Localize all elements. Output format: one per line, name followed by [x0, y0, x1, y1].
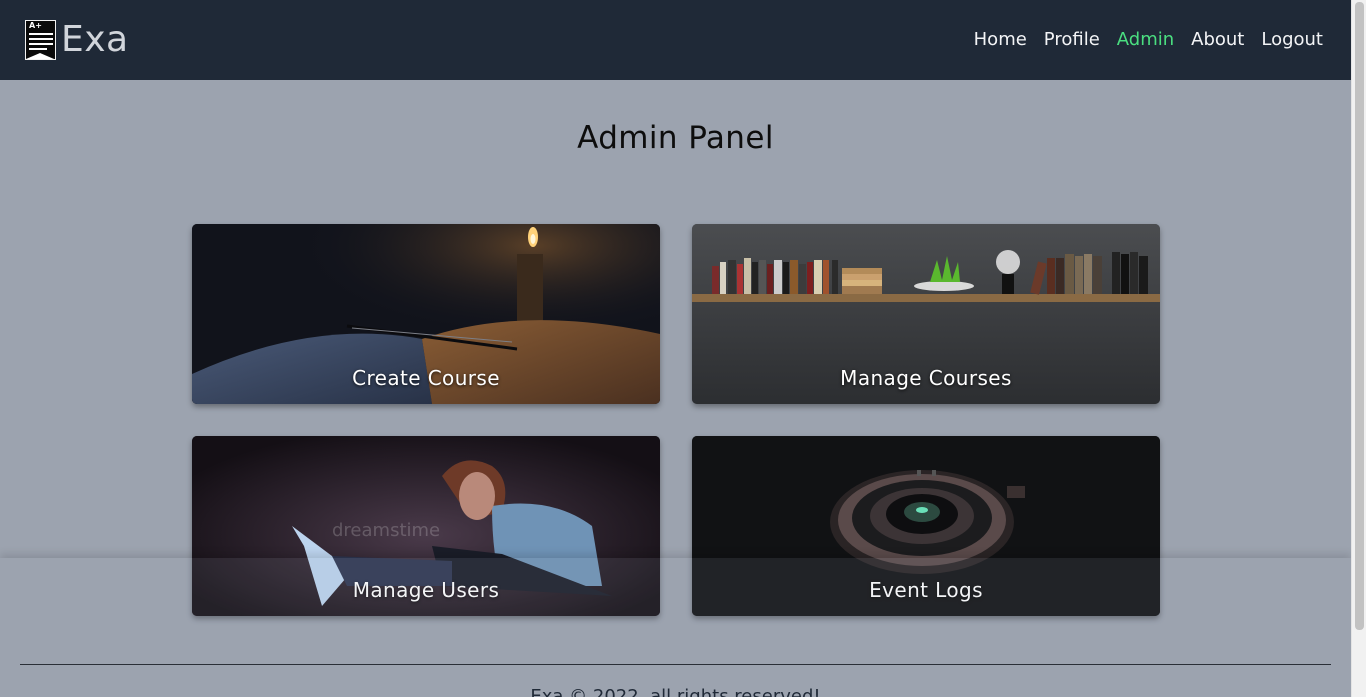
footer-copyright: Exa © 2022, all rights reserved! [530, 686, 821, 697]
nav-link-profile[interactable]: Profile [1044, 29, 1100, 51]
nav-link-admin[interactable]: Admin [1117, 29, 1174, 51]
nav-link-about[interactable]: About [1191, 29, 1244, 51]
nav-menu: Home Profile Admin About Logout [974, 29, 1323, 51]
manage-users-card[interactable]: dreamstime Manage Users [192, 436, 660, 616]
manage-users-label: Manage Users [352, 578, 500, 602]
vertical-scrollbar[interactable] [1351, 0, 1366, 697]
manage-courses-card[interactable]: Manage Courses [692, 224, 1160, 404]
manage-courses-label: Manage Courses [840, 366, 1012, 390]
brand[interactable]: A+ Exa [25, 20, 129, 60]
nav-link-home[interactable]: Home [974, 29, 1027, 51]
nav-link-logout[interactable]: Logout [1261, 29, 1323, 51]
exam-sheet-logo-icon: A+ [25, 20, 56, 60]
event-logs-label: Event Logs [869, 578, 983, 602]
logo-grade-text: A+ [29, 21, 42, 30]
svg-text:dreamstime: dreamstime [332, 520, 440, 541]
scrollbar-thumb[interactable] [1355, 2, 1364, 630]
navbar: A+ Exa Home Profile Admin About Logout [0, 0, 1351, 80]
footer-divider [20, 664, 1331, 665]
page-title: Admin Panel [577, 120, 774, 156]
create-course-card[interactable]: Create Course [192, 224, 660, 404]
create-course-label: Create Course [352, 366, 500, 390]
brand-name: Exa [61, 19, 129, 60]
event-logs-card[interactable]: Event Logs [692, 436, 1160, 616]
